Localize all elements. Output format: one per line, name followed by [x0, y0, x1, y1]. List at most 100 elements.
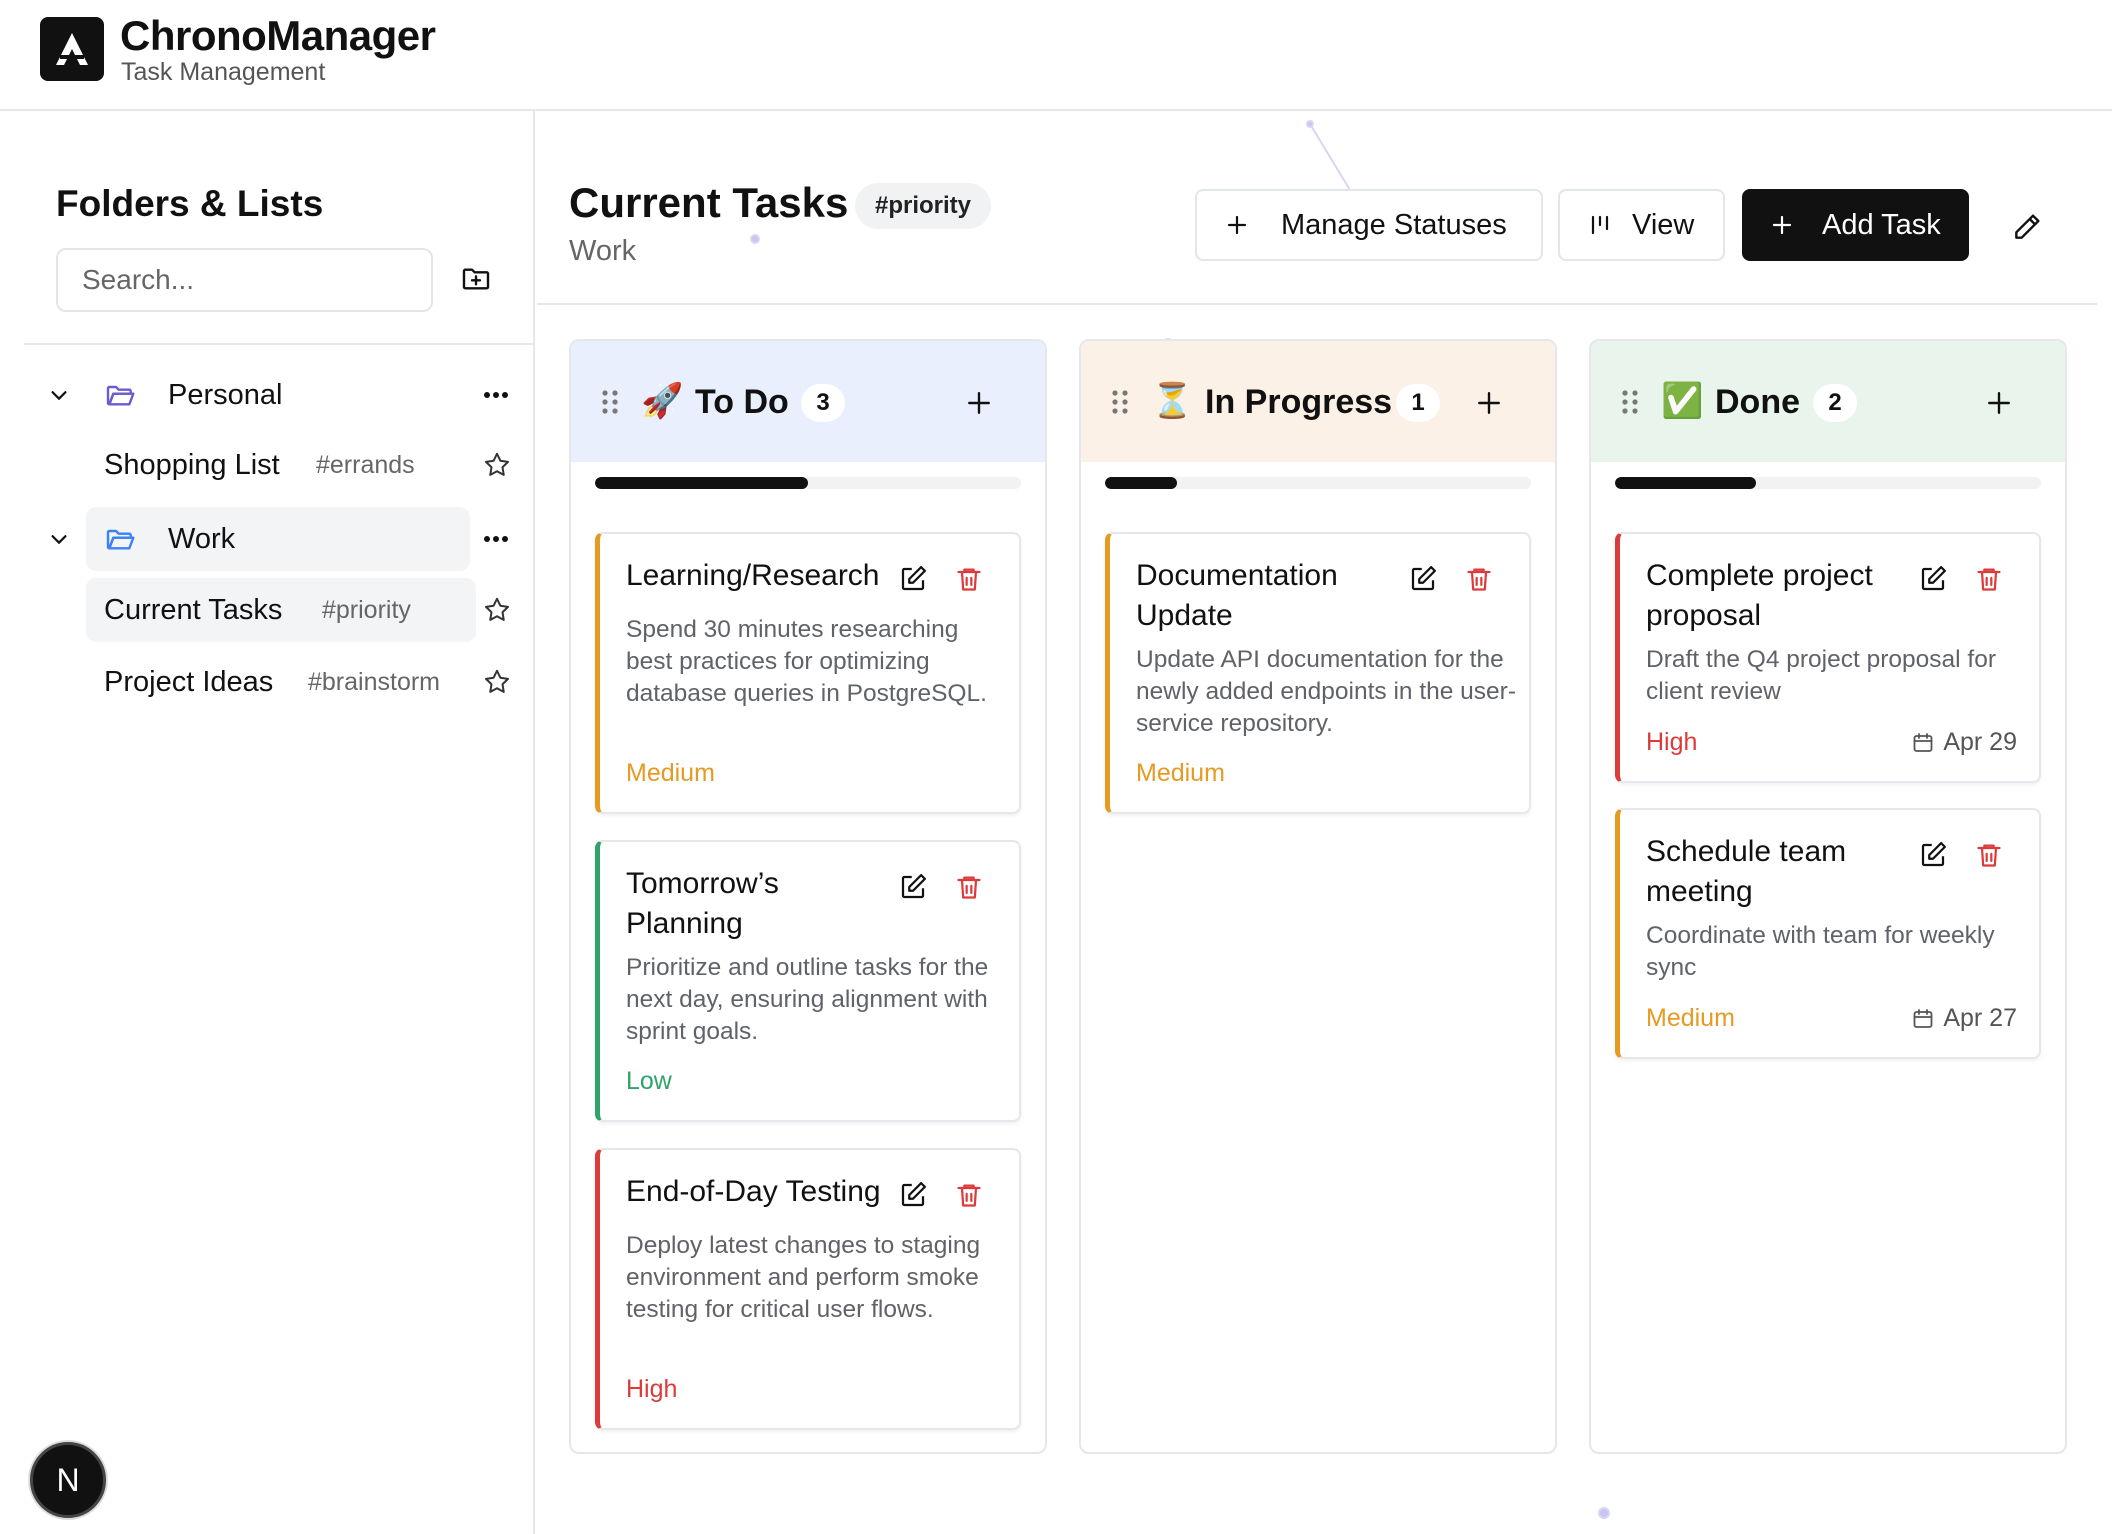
- sidebar-title: Folders & Lists: [56, 183, 324, 224]
- add-card-button[interactable]: [961, 385, 997, 421]
- folder-open-icon: [104, 522, 138, 556]
- list-label: Shopping List: [104, 448, 280, 481]
- rocket-icon: 🚀: [641, 382, 684, 420]
- due-date: Apr 29: [1911, 728, 2017, 757]
- edit-icon[interactable]: [896, 1178, 930, 1212]
- drag-handle-icon[interactable]: [1619, 388, 1641, 416]
- plus-icon: [1223, 211, 1251, 239]
- list-item-project-ideas[interactable]: Project Ideas #brainstorm: [86, 650, 509, 714]
- add-card-button[interactable]: [1981, 385, 2017, 421]
- column-title: To Do: [695, 383, 789, 421]
- app-logo[interactable]: [40, 17, 104, 81]
- app-title: ChronoManager: [120, 12, 436, 59]
- column-title: In Progress: [1205, 383, 1393, 421]
- column-header: ✅ Done 2: [1591, 341, 2065, 462]
- star-icon[interactable]: [480, 665, 514, 699]
- edit-icon[interactable]: [1406, 562, 1440, 596]
- more-options-icon[interactable]: [478, 524, 514, 554]
- progress-fill: [1105, 477, 1178, 489]
- add-card-button[interactable]: [1471, 385, 1507, 421]
- column-in-progress: ⏳ In Progress 1 Documentation Update Upd…: [1079, 339, 1557, 1454]
- card-description: Spend 30 minutes researching best practi…: [626, 616, 987, 707]
- card-description: Prioritize and outline tasks for the nex…: [626, 954, 989, 1045]
- edit-icon[interactable]: [1916, 562, 1950, 596]
- pencil-icon[interactable]: [2007, 207, 2047, 247]
- hourglass-icon: ⏳: [1151, 382, 1194, 420]
- manage-statuses-button[interactable]: Manage Statuses: [1195, 189, 1543, 261]
- add-task-label: Add Task: [1822, 208, 1941, 241]
- card-title: Tomorrow’s Planning: [626, 867, 779, 940]
- card-title: End-of-Day Testing: [626, 1175, 881, 1208]
- task-card[interactable]: Learning/Research Spend 30 minutes resea…: [595, 532, 1021, 814]
- chevron-down-icon[interactable]: [44, 380, 74, 410]
- folder-label: Work: [168, 522, 236, 555]
- star-icon[interactable]: [480, 593, 514, 627]
- list-label: Project Ideas: [104, 665, 274, 698]
- logo-icon: [56, 33, 88, 65]
- trash-icon[interactable]: [952, 1178, 986, 1212]
- due-date: Apr 27: [1911, 1004, 2017, 1033]
- folder-plus-icon: [462, 268, 490, 290]
- count-badge: 2: [1813, 384, 1857, 422]
- priority-label: Medium: [1646, 1004, 1735, 1032]
- main-header: Current Tasks #priority Work Manage Stat…: [537, 111, 2097, 305]
- view-button[interactable]: View: [1558, 189, 1725, 261]
- app-header: ChronoManager Task Management: [0, 0, 2112, 111]
- column-header: ⏳ In Progress 1: [1081, 341, 1555, 462]
- column-todo: 🚀 To Do 3 Learning/Research Spend 30 min…: [569, 339, 1047, 1454]
- more-options-icon[interactable]: [478, 380, 514, 410]
- count-badge: 1: [1396, 384, 1440, 422]
- folder-work-button[interactable]: Work: [86, 507, 470, 571]
- avatar[interactable]: N: [30, 1442, 106, 1518]
- priority-label: Medium: [626, 759, 715, 787]
- progress-bar: [1105, 477, 1531, 489]
- trash-icon[interactable]: [952, 870, 986, 904]
- edit-icon[interactable]: [896, 562, 930, 596]
- card-description: Update API documentation for the newly a…: [1136, 646, 1517, 737]
- manage-statuses-label: Manage Statuses: [1281, 208, 1507, 241]
- sidebar-divider: [24, 343, 535, 345]
- view-label: View: [1632, 208, 1695, 241]
- priority-label: High: [1646, 728, 1698, 756]
- list-tag: #brainstorm: [308, 667, 440, 696]
- card-description: Deploy latest changes to staging environ…: [626, 1232, 981, 1323]
- trash-icon[interactable]: [952, 562, 986, 596]
- edit-icon[interactable]: [1916, 838, 1950, 872]
- search-input[interactable]: [56, 248, 433, 312]
- task-card[interactable]: Schedule team meeting Coordinate with te…: [1615, 808, 2041, 1059]
- list-item-shopping-list[interactable]: Shopping List #errands: [86, 433, 509, 497]
- card-description: Draft the Q4 project proposal for client…: [1646, 646, 1996, 705]
- plus-icon: [1768, 211, 1796, 239]
- drag-handle-icon[interactable]: [1109, 388, 1131, 416]
- columns-view-icon: [1586, 211, 1614, 239]
- card-title: Learning/Research: [626, 559, 880, 592]
- trash-icon[interactable]: [1972, 562, 2006, 596]
- task-card[interactable]: Documentation Update Update API document…: [1105, 532, 1531, 814]
- page-subtitle: Work: [569, 235, 637, 267]
- task-card[interactable]: Tomorrow’s Planning Prioritize and outli…: [595, 840, 1021, 1122]
- column-header: 🚀 To Do 3: [571, 341, 1045, 462]
- trash-icon[interactable]: [1462, 562, 1496, 596]
- calendar-icon: [1913, 732, 1933, 752]
- priority-label: Medium: [1136, 759, 1225, 787]
- task-card[interactable]: End-of-Day Testing Deploy latest changes…: [595, 1148, 1021, 1430]
- folder-work: Work: [44, 507, 524, 571]
- due-date-label: Apr 27: [1943, 1004, 2017, 1032]
- progress-bar: [1615, 477, 2041, 489]
- new-folder-button[interactable]: [456, 259, 496, 299]
- progress-fill: [595, 477, 808, 489]
- sidebar: Folders & Lists Personal Shopping List #…: [0, 111, 535, 1534]
- drag-handle-icon[interactable]: [599, 388, 621, 416]
- task-card[interactable]: Complete project proposal Draft the Q4 p…: [1615, 532, 2041, 783]
- star-icon[interactable]: [480, 448, 514, 482]
- card-title: Documentation Update: [1136, 559, 1338, 632]
- app-subtitle: Task Management: [121, 58, 326, 86]
- folder-personal-button[interactable]: Personal: [86, 363, 470, 427]
- due-date-label: Apr 29: [1943, 728, 2017, 756]
- edit-icon[interactable]: [896, 870, 930, 904]
- list-label: Current Tasks: [104, 593, 283, 626]
- trash-icon[interactable]: [1972, 838, 2006, 872]
- chevron-down-icon[interactable]: [44, 524, 74, 554]
- list-item-current-tasks[interactable]: Current Tasks #priority: [86, 578, 509, 642]
- add-task-button[interactable]: Add Task: [1742, 189, 1969, 261]
